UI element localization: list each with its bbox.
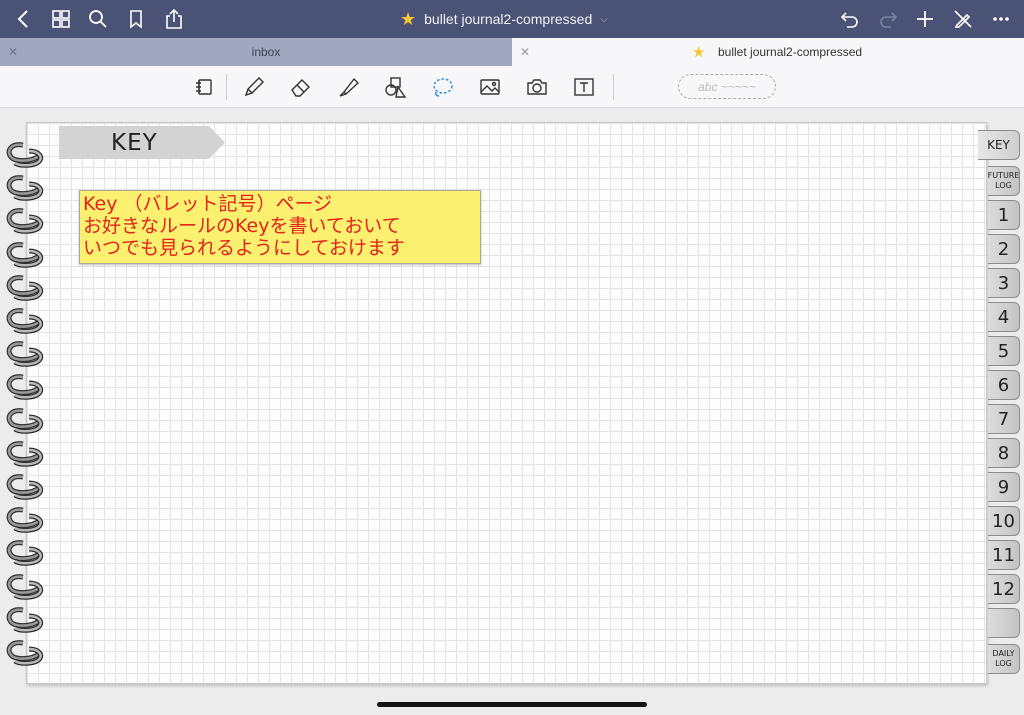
top-navigation-bar: ★ bullet journal2-compressed ⌵ <box>0 0 1024 38</box>
binding-ring <box>3 540 49 567</box>
binding-ring <box>3 274 49 301</box>
binding-ring <box>3 341 49 367</box>
document-title[interactable]: ★ bullet journal2-compressed ⌵ <box>400 0 640 38</box>
index-tab-blank[interactable] <box>988 608 1020 638</box>
index-tab-4[interactable]: 4 <box>988 302 1020 332</box>
search-icon[interactable] <box>84 5 112 33</box>
pen-icon[interactable] <box>239 73 269 101</box>
camera-icon[interactable] <box>522 73 552 101</box>
favorite-star-icon[interactable]: ★ <box>400 9 416 30</box>
binding-ring <box>3 142 49 168</box>
bookmark-icon[interactable] <box>122 5 150 33</box>
index-tab-7[interactable]: 7 <box>988 404 1020 434</box>
binding-ring <box>3 175 49 201</box>
textbox-icon[interactable] <box>569 73 599 101</box>
index-tab-daily-log[interactable]: DAILY LOG <box>988 644 1020 674</box>
binding-ring <box>3 573 49 600</box>
binding-ring <box>3 208 49 235</box>
note-line: お好きなルールのKeyを書いておいて <box>83 215 401 237</box>
star-icon: ★ <box>692 44 706 61</box>
add-icon[interactable] <box>911 5 939 33</box>
image-icon[interactable] <box>475 73 505 101</box>
binding-ring <box>3 407 49 434</box>
chevron-down-icon[interactable]: ⌵ <box>600 14 608 25</box>
index-tab-key[interactable]: KEY <box>978 130 1020 160</box>
index-tab-8[interactable]: 8 <box>988 438 1020 468</box>
binding-ring <box>3 308 49 334</box>
binding-ring <box>3 440 49 467</box>
pen-style-preview[interactable]: abc ~~~~~ <box>678 74 776 99</box>
tab-inbox[interactable]: ✕ inbox <box>0 38 512 66</box>
binding-ring <box>3 241 49 268</box>
index-tab-11[interactable]: 11 <box>988 540 1020 570</box>
binding-ring <box>3 606 49 633</box>
home-indicator[interactable] <box>377 702 647 707</box>
index-tab-9[interactable]: 9 <box>988 472 1020 502</box>
share-icon[interactable] <box>160 5 188 33</box>
toolbar-divider <box>226 74 227 100</box>
binding-ring <box>3 474 49 500</box>
index-tab-12[interactable]: 12 <box>988 574 1020 604</box>
eraser-icon[interactable] <box>286 73 316 101</box>
note-line: いつでも見られるようにしておけます <box>83 237 405 259</box>
index-tab-future-log[interactable]: FUTURE LOG <box>988 166 1020 196</box>
index-tab-5[interactable]: 5 <box>988 336 1020 366</box>
key-page-banner: KEY <box>59 126 225 159</box>
binding-ring <box>3 374 49 401</box>
index-tab-10[interactable]: 10 <box>988 506 1020 536</box>
more-icon[interactable] <box>987 5 1015 33</box>
document-tabs: ✕ inbox ✕ ★ bullet journal2-compressed <box>0 38 1024 66</box>
back-icon[interactable] <box>10 5 38 33</box>
pen-off-icon[interactable] <box>949 5 977 33</box>
close-tab-icon[interactable]: ✕ <box>520 45 530 59</box>
binding-ring <box>3 507 49 533</box>
index-tab-1[interactable]: 1 <box>988 200 1020 230</box>
undo-icon[interactable] <box>836 5 864 33</box>
annotation-toolbar <box>0 66 1024 108</box>
lasso-icon[interactable] <box>427 73 457 101</box>
grid-icon[interactable] <box>47 5 75 33</box>
index-tab-2[interactable]: 2 <box>988 234 1020 264</box>
index-tab-6[interactable]: 6 <box>988 370 1020 400</box>
binding-ring <box>3 640 49 666</box>
redo-icon[interactable] <box>874 5 902 33</box>
index-tab-3[interactable]: 3 <box>988 268 1020 298</box>
tab-bullet-journal[interactable]: ✕ ★ bullet journal2-compressed <box>512 38 1024 66</box>
shapes-icon[interactable] <box>380 73 410 101</box>
note-line: Key （バレット記号）ページ <box>83 193 333 215</box>
toolbar-divider <box>613 74 614 100</box>
highlighter-icon[interactable] <box>334 73 364 101</box>
read-mode-icon[interactable] <box>189 73 219 101</box>
sticky-note[interactable]: Key （バレット記号）ページ お好きなルールのKeyを書いておいて いつでも見… <box>79 190 481 264</box>
